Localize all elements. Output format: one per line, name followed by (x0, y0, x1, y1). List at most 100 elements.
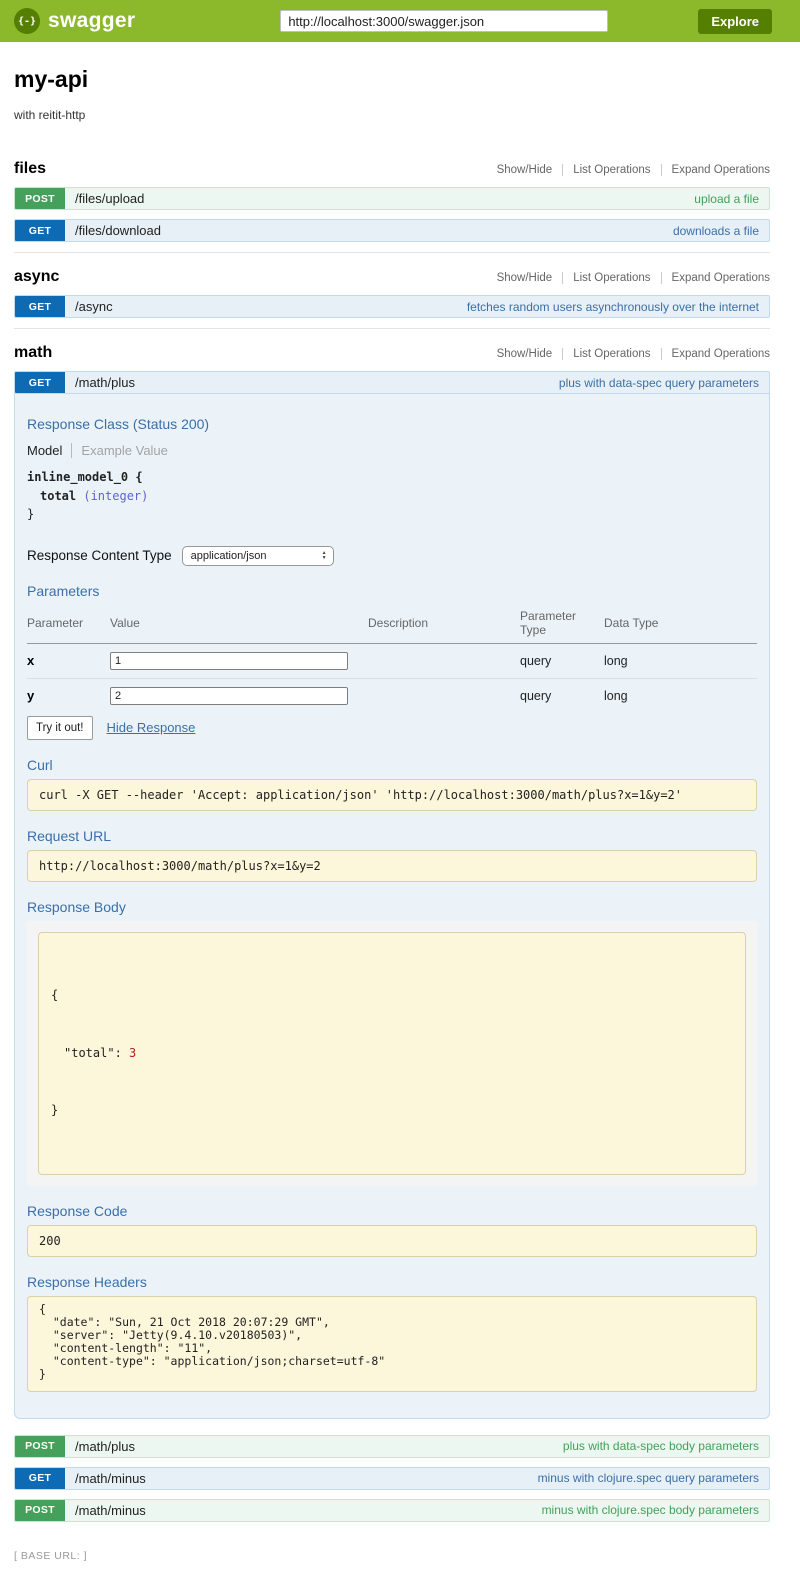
expand-operations-link[interactable]: Expand Operations (661, 272, 770, 284)
request-url-heading: Request URL (27, 828, 757, 844)
resource-controls: Show/Hide List Operations Expand Operati… (487, 272, 770, 284)
tab-example-value[interactable]: Example Value (72, 443, 167, 458)
curl-heading: Curl (27, 757, 757, 773)
resource-header: math Show/Hide List Operations Expand Op… (14, 344, 770, 362)
resource-math: math Show/Hide List Operations Expand Op… (14, 344, 770, 1532)
operation-path[interactable]: /math/plus (75, 1439, 135, 1454)
show-hide-link[interactable]: Show/Hide (487, 348, 563, 360)
operation-path[interactable]: /math/minus (75, 1503, 146, 1518)
operation-path[interactable]: /files/download (75, 223, 161, 238)
param-row-y: y query long (27, 678, 757, 709)
parameters-heading: Parameters (27, 583, 757, 599)
base-url-footer: [ BASE URL: ] (14, 1550, 770, 1562)
swagger-logo-text: swagger (48, 9, 135, 33)
model-signature: inline_model_0 { total (integer) } (27, 468, 757, 524)
try-it-out-row: Try it out! Hide Response (27, 716, 757, 740)
response-code-heading: Response Code (27, 1203, 757, 1219)
resource-title-math[interactable]: math (14, 344, 487, 362)
operation-path[interactable]: /math/minus (75, 1471, 146, 1486)
param-description (368, 643, 520, 678)
operation-summary[interactable]: fetches random users asynchronously over… (467, 300, 759, 314)
select-arrows-icon: ▲▼ (322, 551, 327, 561)
hide-response-link[interactable]: Hide Response (107, 720, 196, 735)
param-type: query (520, 643, 604, 678)
http-method-badge: GET (15, 220, 65, 241)
tab-model[interactable]: Model (27, 443, 72, 458)
operation-summary[interactable]: plus with data-spec query parameters (559, 376, 759, 390)
response-class-heading: Response Class (Status 200) (27, 416, 757, 432)
operation-post-math-plus[interactable]: POST /math/plus plus with data-spec body… (14, 1435, 770, 1458)
main-content: my-api with reitit-http files Show/Hide … (0, 66, 800, 1562)
response-content-type-select[interactable]: application/json ▲▼ (182, 546, 334, 566)
json-close-brace: } (51, 1101, 733, 1120)
operation-summary[interactable]: downloads a file (673, 224, 759, 238)
operation-get-files-download[interactable]: GET /files/download downloads a file (14, 219, 770, 242)
show-hide-link[interactable]: Show/Hide (487, 272, 563, 284)
http-method-badge: POST (15, 188, 65, 209)
operation-path[interactable]: /files/upload (75, 191, 144, 206)
response-content-type-label: Response Content Type (27, 548, 172, 563)
response-body-container: { "total": 3 } (27, 921, 757, 1186)
parameters-table: Parameter Value Description Parameter Ty… (27, 605, 757, 709)
col-header-parameter-type: Parameter Type (520, 605, 604, 644)
param-x-input[interactable] (110, 652, 348, 670)
response-body-heading: Response Body (27, 899, 757, 915)
param-row-x: x query long (27, 643, 757, 678)
resource-title-async[interactable]: async (14, 268, 487, 286)
list-operations-link[interactable]: List Operations (562, 348, 660, 360)
operation-path[interactable]: /async (75, 299, 113, 314)
api-title: my-api (14, 66, 770, 93)
api-description: with reitit-http (14, 108, 770, 122)
resource-header: async Show/Hide List Operations Expand O… (14, 268, 770, 286)
operation-get-async[interactable]: GET /async fetches random users asynchro… (14, 295, 770, 318)
col-header-value: Value (110, 605, 368, 644)
json-key: "total": (64, 1046, 122, 1060)
operation-post-math-minus[interactable]: POST /math/minus minus with clojure.spec… (14, 1499, 770, 1522)
list-operations-link[interactable]: List Operations (562, 164, 660, 176)
resource-header: files Show/Hide List Operations Expand O… (14, 160, 770, 178)
expand-operations-link[interactable]: Expand Operations (661, 164, 770, 176)
response-content-type-row: Response Content Type application/json ▲… (27, 546, 757, 566)
http-method-badge: POST (15, 1500, 65, 1521)
response-body-json: { "total": 3 } (38, 932, 746, 1175)
http-method-badge: GET (15, 296, 65, 317)
param-data-type: long (604, 643, 757, 678)
operation-post-files-upload[interactable]: POST /files/upload upload a file (14, 187, 770, 210)
col-header-data-type: Data Type (604, 605, 757, 644)
show-hide-link[interactable]: Show/Hide (487, 164, 563, 176)
response-headers-heading: Response Headers (27, 1274, 757, 1290)
param-y-input[interactable] (110, 687, 348, 705)
list-operations-link[interactable]: List Operations (562, 272, 660, 284)
resource-controls: Show/Hide List Operations Expand Operati… (487, 164, 770, 176)
swagger-logo[interactable]: {-} swagger (14, 8, 135, 34)
operation-summary[interactable]: minus with clojure.spec query parameters (538, 1471, 759, 1485)
operation-summary[interactable]: minus with clojure.spec body parameters (542, 1503, 759, 1517)
http-method-badge: POST (15, 1436, 65, 1457)
operation-summary[interactable]: upload a file (694, 192, 759, 206)
param-type: query (520, 678, 604, 709)
operation-detail-panel: Response Class (Status 200) Model Exampl… (14, 394, 770, 1419)
model-name: inline_model_0 { (27, 468, 757, 487)
operation-summary[interactable]: plus with data-spec body parameters (563, 1439, 759, 1453)
resource-controls: Show/Hide List Operations Expand Operati… (487, 348, 770, 360)
http-method-badge: GET (15, 1468, 65, 1489)
json-open-brace: { (51, 986, 733, 1005)
topbar: {-} swagger Explore (0, 0, 800, 42)
resource-async: async Show/Hide List Operations Expand O… (14, 268, 770, 329)
expand-operations-link[interactable]: Expand Operations (661, 348, 770, 360)
explore-button[interactable]: Explore (698, 9, 772, 34)
request-url: http://localhost:3000/math/plus?x=1&y=2 (27, 850, 757, 882)
swagger-logo-icon: {-} (14, 8, 40, 34)
col-header-parameter: Parameter (27, 605, 110, 644)
resource-title-files[interactable]: files (14, 160, 487, 178)
model-tabs: Model Example Value (27, 443, 757, 458)
model-close-brace: } (27, 505, 757, 524)
operation-path[interactable]: /math/plus (75, 375, 135, 390)
try-it-out-button[interactable]: Try it out! (27, 716, 93, 740)
operation-get-math-minus[interactable]: GET /math/minus minus with clojure.spec … (14, 1467, 770, 1490)
operation-get-math-plus[interactable]: GET /math/plus plus with data-spec query… (14, 371, 770, 394)
param-data-type: long (604, 678, 757, 709)
spec-url-input[interactable] (280, 10, 608, 32)
model-property-name: total (40, 489, 76, 503)
response-code: 200 (27, 1225, 757, 1257)
